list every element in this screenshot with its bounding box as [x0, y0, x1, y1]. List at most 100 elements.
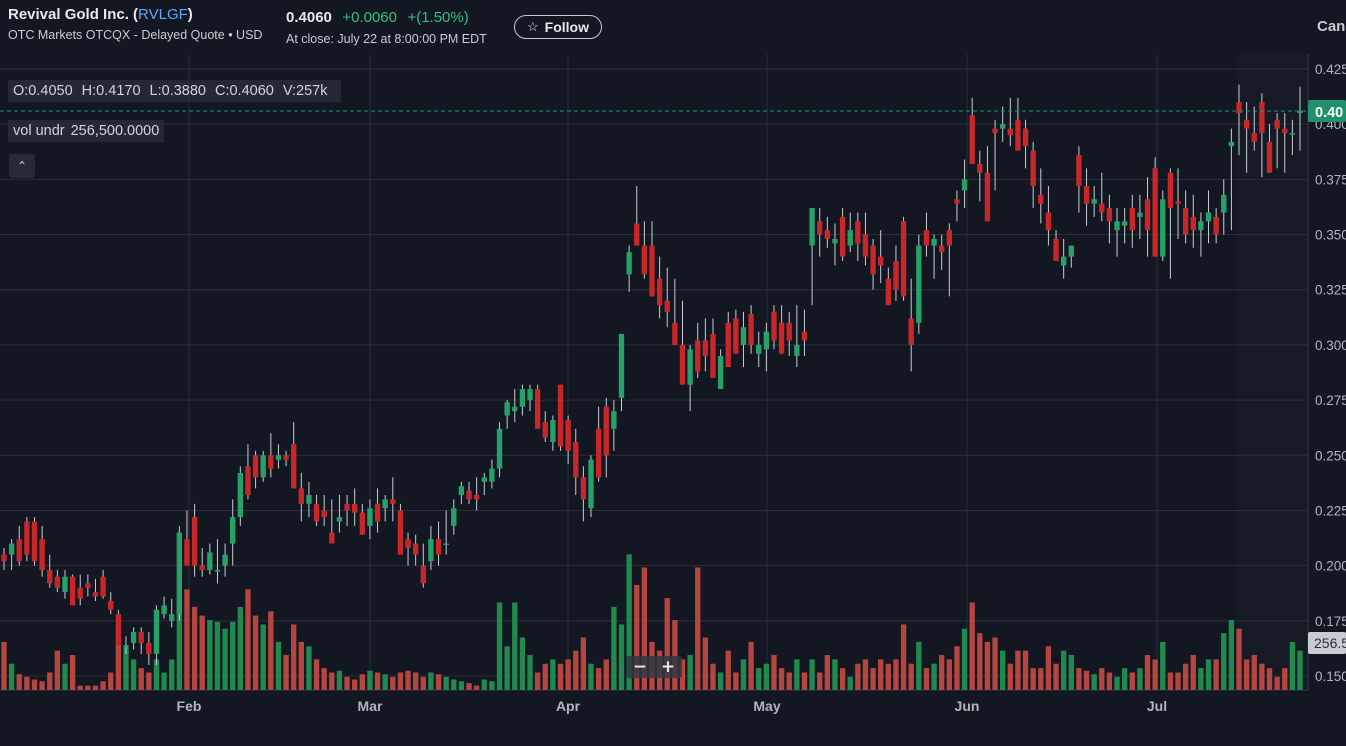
volume-bar	[733, 672, 739, 690]
volume-bar	[1297, 650, 1303, 690]
volume-bar	[1251, 655, 1257, 690]
volume-bar	[1144, 655, 1151, 690]
candle-body	[1198, 221, 1204, 231]
volume-bar	[1228, 620, 1235, 690]
candle-body	[1129, 208, 1135, 231]
y-tick-label: 0.275	[1315, 393, 1346, 408]
candle-body	[1259, 102, 1265, 134]
candle-body	[16, 539, 22, 562]
candle-body	[725, 322, 731, 367]
candle-body	[123, 645, 129, 647]
candle-body	[344, 503, 350, 511]
legend-volume: V:257k	[282, 83, 328, 99]
candle-body	[817, 221, 823, 235]
candle-body	[824, 230, 831, 239]
candle-body	[878, 256, 884, 266]
candle-body	[893, 261, 899, 290]
price-chart[interactable]: 0.150 0.175 0.200 0.225 0.250 0.275 0.300 0.325…	[0, 54, 1346, 746]
candle-body	[839, 216, 846, 257]
current-price: 0.4060	[286, 9, 332, 26]
volume-bar	[939, 655, 945, 690]
volume-bar	[1000, 650, 1006, 690]
x-tick-label: Jul	[1147, 698, 1167, 714]
candle-body	[1152, 168, 1158, 257]
candle-body	[527, 389, 533, 401]
volume-bar	[283, 655, 289, 690]
volume-bar	[824, 655, 831, 690]
volume-bar	[1038, 668, 1044, 690]
volume-bar	[336, 670, 343, 690]
candle-body	[115, 614, 122, 646]
volume-bar	[1266, 668, 1273, 690]
volume-bar	[1221, 633, 1227, 690]
collapse-legend-button[interactable]: ⌃	[9, 154, 35, 178]
candlestick-chart[interactable]: 0.150 0.175 0.200 0.225 0.250 0.275 0.300 0.325…	[0, 54, 1346, 746]
volume-bar	[466, 683, 472, 690]
zoom-out-button[interactable]: −	[626, 656, 654, 678]
cancel-button[interactable]: Can	[1317, 18, 1345, 35]
volume-bar	[1, 641, 7, 690]
candle-body	[656, 278, 663, 306]
candle-body	[786, 322, 792, 341]
volume-bar	[580, 637, 587, 690]
ticker-symbol[interactable]: RVLGF	[138, 6, 188, 23]
candle-body	[268, 455, 274, 469]
volume-bar	[451, 679, 457, 690]
candle-body	[31, 521, 38, 562]
follow-button[interactable]: ☆ Follow	[514, 15, 602, 39]
candle-body	[565, 419, 571, 451]
zoom-in-button[interactable]: +	[654, 656, 682, 678]
candle-body	[1228, 141, 1235, 147]
volume-bar	[786, 672, 792, 690]
last-price-label: 0.40	[1315, 105, 1343, 121]
candle-body	[611, 411, 617, 429]
candle-body	[603, 406, 609, 456]
candle-body	[1167, 172, 1174, 209]
legend-open: O:0.4050	[13, 83, 73, 99]
volume-bar	[512, 602, 518, 690]
candle-body	[199, 565, 205, 571]
candle-body	[763, 331, 770, 350]
volume-bar	[954, 646, 960, 690]
volume-bar	[8, 663, 15, 690]
volume-bar	[69, 655, 76, 690]
volume-bar	[1198, 668, 1204, 690]
volume-bar	[146, 672, 152, 690]
volume-bar	[878, 659, 884, 690]
candle-body	[207, 552, 213, 571]
volume-bar	[565, 659, 571, 690]
candle-body	[794, 344, 800, 356]
candle-body	[283, 455, 289, 460]
legend-low: L:0.3880	[149, 83, 206, 99]
volume-bar	[1068, 655, 1074, 690]
candle-body	[519, 389, 526, 407]
volume-bar	[908, 663, 914, 690]
volume-bar	[717, 672, 724, 690]
volume-bar	[184, 589, 190, 690]
candle-body	[1274, 119, 1280, 129]
candle-body	[649, 245, 655, 297]
volume-bar	[687, 655, 693, 690]
candle-body	[489, 468, 495, 482]
candle-body	[1190, 216, 1196, 231]
volume-bar	[1129, 672, 1135, 690]
candle-body	[1015, 119, 1021, 151]
volume-legend-label: vol undr	[13, 123, 65, 139]
volume-bar	[413, 672, 419, 690]
candle-body	[92, 592, 99, 597]
volume-bar	[443, 676, 449, 690]
volume-value-label: 256.5	[1314, 635, 1346, 651]
volume-bar	[885, 663, 891, 690]
candle-body	[169, 614, 175, 621]
candle-body	[946, 230, 952, 246]
x-tick-label: May	[753, 698, 780, 714]
candle-body	[496, 428, 503, 469]
candle-body	[862, 234, 869, 257]
volume-bar	[763, 663, 770, 690]
y-tick-label: 0.225	[1315, 503, 1346, 518]
volume-bar	[24, 676, 30, 690]
candle-body	[1144, 199, 1151, 231]
volume-bar	[931, 663, 937, 690]
volume-bar	[1160, 641, 1166, 690]
volume-bar	[496, 602, 503, 690]
